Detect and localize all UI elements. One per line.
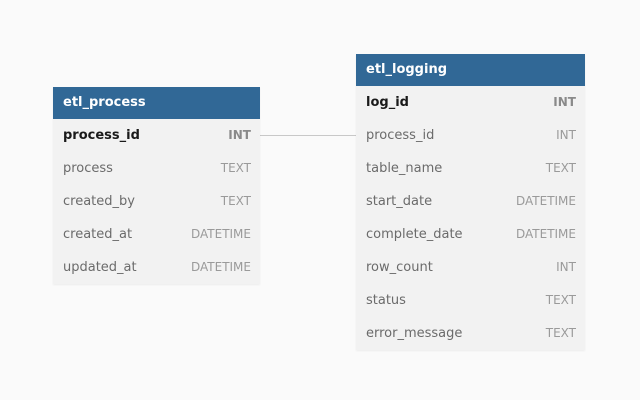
column-type: TEXT (220, 194, 251, 208)
table-etl-process[interactable]: etl_process process_id INT process TEXT … (53, 87, 260, 284)
column-type: DATETIME (190, 260, 251, 274)
column-row[interactable]: start_date DATETIME (356, 185, 585, 218)
table-title[interactable]: etl_process (53, 87, 260, 119)
column-type: DATETIME (515, 194, 576, 208)
column-name: process (63, 161, 113, 176)
column-name: start_date (366, 194, 433, 209)
column-row[interactable]: status TEXT (356, 284, 585, 317)
column-row[interactable]: log_id INT (356, 86, 585, 119)
column-type: INT (228, 128, 251, 142)
column-type: DATETIME (190, 227, 251, 241)
column-name: process_id (63, 128, 140, 143)
column-type: TEXT (545, 161, 576, 175)
column-row[interactable]: created_at DATETIME (53, 218, 260, 251)
column-row[interactable]: error_message TEXT (356, 317, 585, 350)
column-name: updated_at (63, 260, 137, 275)
column-type: TEXT (545, 326, 576, 340)
column-type: TEXT (220, 161, 251, 175)
column-name: error_message (366, 326, 463, 341)
column-name: complete_date (366, 227, 463, 242)
column-name: row_count (366, 260, 433, 275)
column-type: INT (553, 95, 576, 109)
column-type: DATETIME (515, 227, 576, 241)
column-name: created_at (63, 227, 133, 242)
column-type: INT (556, 128, 576, 142)
column-type: INT (556, 260, 576, 274)
table-etl-logging[interactable]: etl_logging log_id INT process_id INT ta… (356, 54, 585, 350)
column-name: status (366, 293, 406, 308)
column-row[interactable]: row_count INT (356, 251, 585, 284)
column-row[interactable]: table_name TEXT (356, 152, 585, 185)
table-title[interactable]: etl_logging (356, 54, 585, 86)
column-row[interactable]: created_by TEXT (53, 185, 260, 218)
column-row[interactable]: complete_date DATETIME (356, 218, 585, 251)
column-type: TEXT (545, 293, 576, 307)
column-row[interactable]: process_id INT (356, 119, 585, 152)
column-name: log_id (366, 95, 409, 110)
column-row[interactable]: updated_at DATETIME (53, 251, 260, 284)
column-name: table_name (366, 161, 443, 176)
column-name: created_by (63, 194, 135, 209)
column-row[interactable]: process_id INT (53, 119, 260, 152)
column-name: process_id (366, 128, 435, 143)
column-row[interactable]: process TEXT (53, 152, 260, 185)
